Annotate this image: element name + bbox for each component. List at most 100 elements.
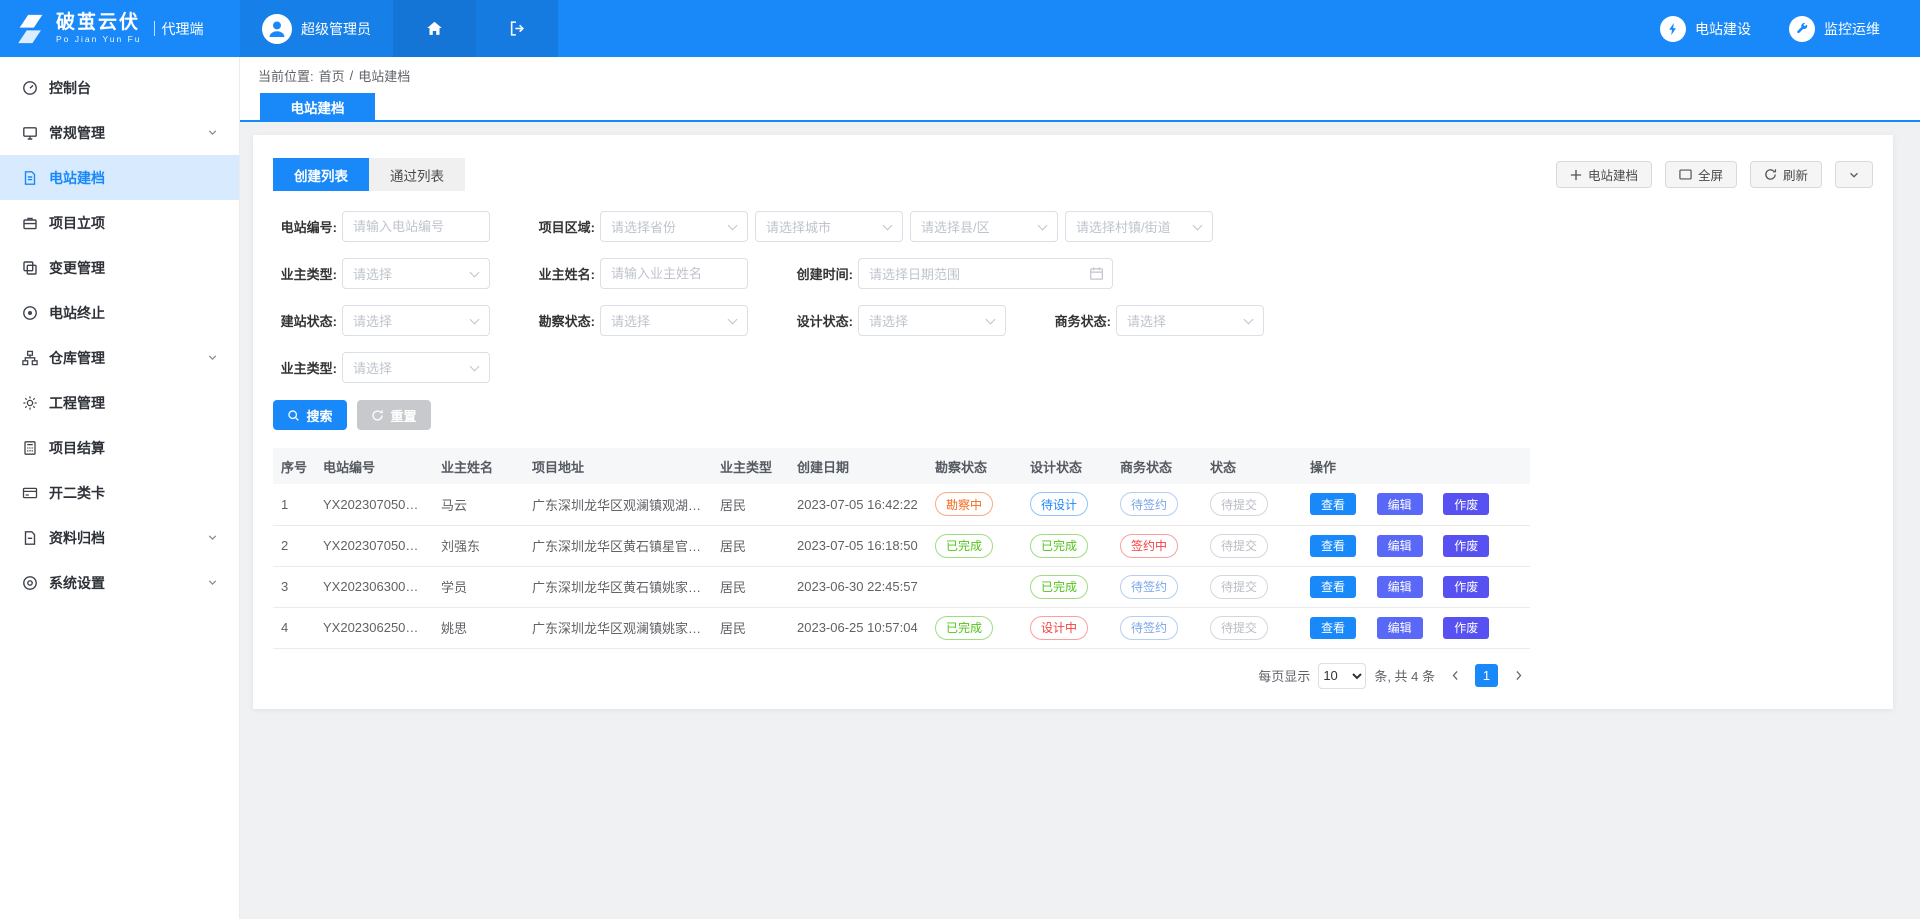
archive-icon xyxy=(22,530,38,546)
business-status-badge: 签约中 xyxy=(1120,534,1178,558)
table-row: 3 YX2023063000009 学员 广东深圳龙华区黄石镇姚家庄... 居民… xyxy=(273,566,1530,607)
status-badge: 待提交 xyxy=(1210,492,1268,516)
chevron-left-icon xyxy=(1449,669,1462,682)
tab-passed-list[interactable]: 通过列表 xyxy=(369,158,465,191)
sidebar-item-change-management[interactable]: 变更管理 xyxy=(0,245,239,290)
survey-status-select[interactable]: 请选择 xyxy=(600,305,748,336)
date-range-input[interactable]: 请选择日期范围 xyxy=(858,258,1113,289)
per-page-select[interactable]: 10 xyxy=(1318,663,1366,689)
panel-toolbar: 电站建档 全屏 刷新 xyxy=(1556,161,1873,188)
table-row: 1 YX2023070500011 马云 广东深圳龙华区观澜镇观湖路... 居民… xyxy=(273,484,1530,525)
lightning-icon xyxy=(1660,16,1686,42)
nav-monitoring-ops[interactable]: 监控运维 xyxy=(1789,16,1880,42)
breadcrumb-home[interactable]: 首页 xyxy=(319,66,345,85)
copy-icon xyxy=(22,260,38,276)
refresh-button[interactable]: 刷新 xyxy=(1750,161,1822,188)
status-badge: 待提交 xyxy=(1210,534,1268,558)
owner-type-2-select[interactable]: 请选择 xyxy=(342,352,490,383)
user-menu[interactable]: 超级管理员 xyxy=(240,0,393,57)
app-subtitle: Po Jian Yun Fu xyxy=(56,34,142,44)
sidebar-item-project-settlement[interactable]: 项目结算 xyxy=(0,425,239,470)
survey-status-badge: 已完成 xyxy=(935,534,993,558)
status-badge: 待提交 xyxy=(1210,575,1268,599)
owner-name-input[interactable] xyxy=(600,258,748,289)
pagination: 每页显示 10 条, 共 4 条 1 xyxy=(273,663,1530,709)
tab-create-list[interactable]: 创建列表 xyxy=(273,158,369,191)
home-button[interactable] xyxy=(393,0,476,57)
table-header-row: 序号 电站编号 业主姓名 项目地址 业主类型 创建日期 勘察状态 设计状态 商务… xyxy=(273,448,1530,484)
sitemap-icon xyxy=(22,350,38,366)
sidebar-item-engineering-management[interactable]: 工程管理 xyxy=(0,380,239,425)
sidebar-item-project-approval[interactable]: 项目立项 xyxy=(0,200,239,245)
filter-station-no: 电站编号: xyxy=(273,211,490,242)
logout-icon xyxy=(509,20,526,37)
sidebar-item-general-management[interactable]: 常规管理 xyxy=(0,110,239,155)
sidebar-item-system-settings[interactable]: 系统设置 xyxy=(0,560,239,605)
divider xyxy=(154,21,155,36)
station-no-input[interactable] xyxy=(342,211,490,242)
void-button[interactable]: 作废 xyxy=(1443,576,1489,598)
county-select[interactable]: 请选择县/区 xyxy=(910,211,1058,242)
view-button[interactable]: 查看 xyxy=(1310,617,1356,639)
city-select[interactable]: 请选择城市 xyxy=(755,211,903,242)
fullscreen-button[interactable]: 全屏 xyxy=(1665,161,1737,188)
collapse-toolbar-button[interactable] xyxy=(1835,161,1873,188)
nav-station-construction[interactable]: 电站建设 xyxy=(1660,16,1751,42)
table-row: 4 YX2023062500004 姚思 广东深圳龙华区观澜镇姚家庄... 居民… xyxy=(273,607,1530,648)
add-station-button[interactable]: 电站建档 xyxy=(1556,161,1652,188)
search-button[interactable]: 搜索 xyxy=(273,400,347,430)
chevron-right-icon xyxy=(1512,669,1525,682)
business-status-select[interactable]: 请选择 xyxy=(1116,305,1264,336)
void-button[interactable]: 作废 xyxy=(1443,617,1489,639)
sidebar-item-archives[interactable]: 资料归档 xyxy=(0,515,239,560)
avatar xyxy=(262,14,292,44)
design-status-select[interactable]: 请选择 xyxy=(858,305,1006,336)
owner-type-select[interactable]: 请选择 xyxy=(342,258,490,289)
header-nav: 电站建设 监控运维 xyxy=(1660,0,1920,57)
total-count-label: 条, 共 4 条 xyxy=(1374,666,1435,685)
next-page-button[interactable] xyxy=(1506,664,1530,688)
design-status-badge: 已完成 xyxy=(1030,534,1088,558)
chevron-down-icon xyxy=(206,126,219,139)
edit-button[interactable]: 编辑 xyxy=(1377,576,1423,598)
void-button[interactable]: 作废 xyxy=(1443,493,1489,515)
filter-project-region: 项目区域: 请选择省份 请选择城市 请选择县/区 请选择村镇/街道 xyxy=(531,211,1213,242)
card-icon xyxy=(22,485,38,501)
chevron-down-icon xyxy=(470,362,480,372)
view-button[interactable]: 查看 xyxy=(1310,535,1356,557)
home-icon xyxy=(426,20,443,37)
view-button[interactable]: 查看 xyxy=(1310,576,1356,598)
page-tab-station-filing[interactable]: 电站建档 xyxy=(260,93,375,120)
logout-button[interactable] xyxy=(476,0,558,57)
page-number-1[interactable]: 1 xyxy=(1475,664,1498,687)
design-status-badge: 已完成 xyxy=(1030,575,1088,599)
sidebar: 控制台 常规管理 电站建档 项目立项 xyxy=(0,57,240,919)
chevron-down-icon xyxy=(986,315,996,325)
fullscreen-icon xyxy=(1679,168,1692,181)
sidebar-item-station-termination[interactable]: 电站终止 xyxy=(0,290,239,335)
filter-business-status: 商务状态: 请选择 xyxy=(1047,305,1264,336)
monitor-icon xyxy=(22,125,38,141)
logo-icon xyxy=(14,12,48,46)
portal-label: 代理端 xyxy=(154,19,204,39)
reset-button[interactable]: 重置 xyxy=(357,400,431,430)
per-page-label: 每页显示 xyxy=(1258,666,1310,685)
business-status-badge: 待签约 xyxy=(1120,492,1178,516)
edit-button[interactable]: 编辑 xyxy=(1377,617,1423,639)
view-button[interactable]: 查看 xyxy=(1310,493,1356,515)
sidebar-item-console[interactable]: 控制台 xyxy=(0,65,239,110)
prev-page-button[interactable] xyxy=(1443,664,1467,688)
edit-button[interactable]: 编辑 xyxy=(1377,535,1423,557)
dashboard-icon xyxy=(22,80,38,96)
sidebar-item-warehouse-management[interactable]: 仓库管理 xyxy=(0,335,239,380)
village-select[interactable]: 请选择村镇/街道 xyxy=(1065,211,1213,242)
gear-icon xyxy=(22,395,38,411)
build-status-select[interactable]: 请选择 xyxy=(342,305,490,336)
edit-button[interactable]: 编辑 xyxy=(1377,493,1423,515)
province-select[interactable]: 请选择省份 xyxy=(600,211,748,242)
filter-design-status: 设计状态: 请选择 xyxy=(789,305,1006,336)
sidebar-item-station-filing[interactable]: 电站建档 xyxy=(0,155,239,200)
void-button[interactable]: 作废 xyxy=(1443,535,1489,557)
chevron-down-icon xyxy=(1848,169,1860,181)
sidebar-item-type2-card[interactable]: 开二类卡 xyxy=(0,470,239,515)
